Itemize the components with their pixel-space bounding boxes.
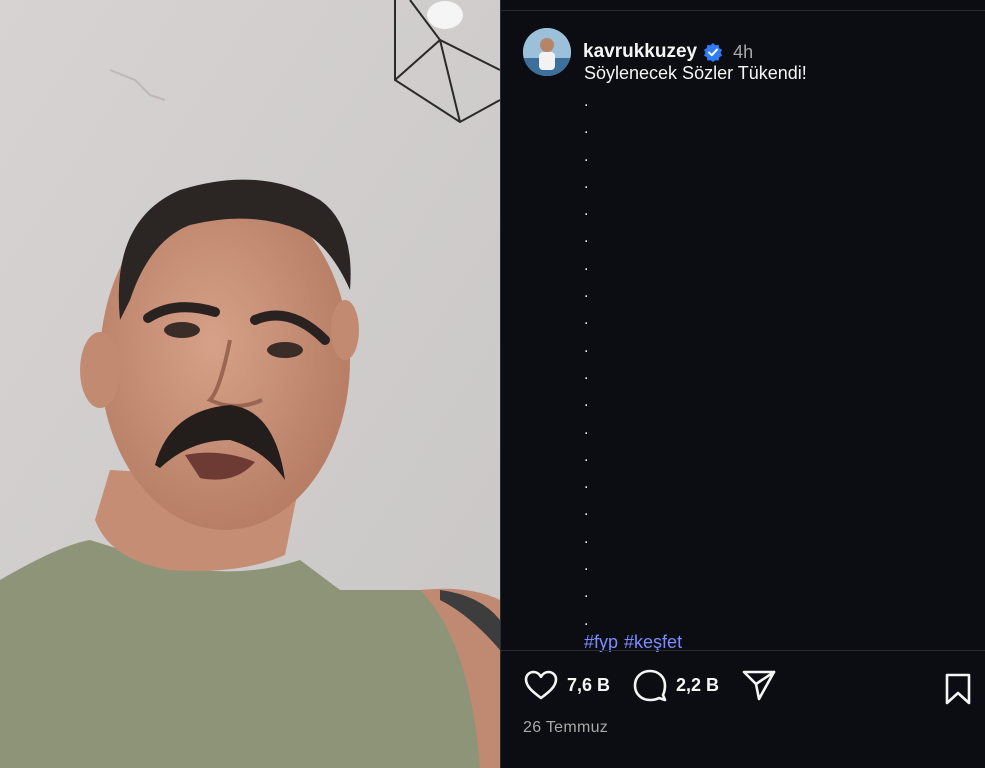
caption-dot: . [584,93,589,110]
caption-dot: . [584,557,589,575]
save-button[interactable] [943,672,973,711]
comment-count: 2,2 B [676,674,720,695]
hashtag-fyp[interactable]: #fyp [584,632,618,652]
paper-plane-icon [742,670,776,701]
hashtag-kesfet[interactable]: #keşfet [624,632,682,652]
caption-dot: . [584,174,589,192]
caption-dot: . [584,338,589,356]
like-button[interactable]: 7,6 B [523,669,610,701]
caption-dot: . [584,229,589,247]
video-frame-illustration [0,0,500,768]
bookmark-icon [945,673,971,705]
caption-dot: . [584,529,589,547]
heart-icon [524,670,558,700]
post-date: 26 Temmuz [523,719,609,736]
post-caption: Söylenecek Sözler Tükendi! . . . . . . .… [584,60,964,654]
caption-dot: . [584,256,589,274]
caption-dot: . [584,311,589,329]
top-divider [501,10,985,11]
caption-dot: . [584,393,589,411]
caption-title: Söylenecek Sözler Tükendi! [584,63,807,83]
post-detail-panel: kavrukkuzey 4h Söylenecek Sözler Tükendi… [501,0,985,768]
actions-divider [501,650,985,651]
post-actions: 7,6 B 2,2 B [523,668,799,702]
caption-dot: . [584,284,589,302]
post-video[interactable] [0,0,500,768]
share-button[interactable] [741,668,777,702]
avatar-image [523,28,571,76]
caption-dot: . [584,120,589,138]
comment-button[interactable]: 2,2 B [632,668,719,702]
caption-dot: . [584,147,589,165]
caption-dot: . [584,447,589,465]
caption-dot: . [584,365,589,383]
caption-dots: . . . . . . . . . . . . . . . . . . . . [584,88,964,634]
avatar[interactable] [523,28,571,76]
verified-badge-icon [703,42,723,62]
caption-dot: . [584,475,589,493]
caption-dot: . [584,584,589,602]
comment-bubble-icon [633,669,667,702]
caption-dot: . [584,202,589,220]
caption-dot: . [584,502,589,520]
caption-dot: . [584,420,589,438]
like-count: 7,6 B [567,674,611,695]
